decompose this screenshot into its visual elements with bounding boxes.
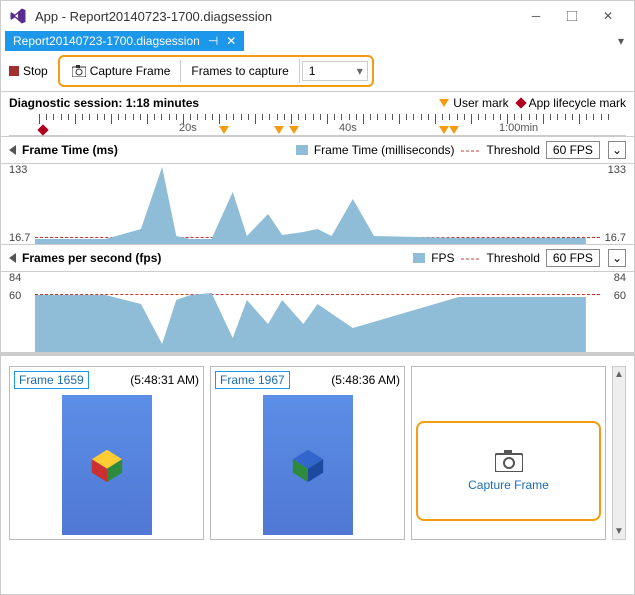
- lifecycle-mark-icon: [515, 97, 526, 108]
- user-marker: [439, 126, 449, 134]
- tab-overflow-button[interactable]: ▾: [612, 34, 630, 48]
- chart2-title: Frames per second (fps): [22, 251, 161, 265]
- camera-icon: [72, 65, 86, 77]
- camera-icon: [495, 450, 523, 472]
- chart1-threshold-label: Threshold: [487, 143, 540, 157]
- chart2-fps-select[interactable]: 60 FPS: [546, 249, 600, 267]
- collapse-icon[interactable]: [9, 145, 16, 155]
- toolbar: Stop Capture Frame Frames to capture ▾: [1, 51, 634, 92]
- close-window-button[interactable]: ✕: [590, 4, 626, 28]
- ruler-tick-20s: 20s: [179, 122, 197, 134]
- document-tab-label: Report20140723-1700.diagsession: [13, 34, 200, 48]
- collapse-icon[interactable]: [9, 253, 16, 263]
- document-tab[interactable]: Report20140723-1700.diagsession ⊣ ✕: [5, 31, 244, 51]
- document-tab-row: Report20140723-1700.diagsession ⊣ ✕ ▾: [1, 31, 634, 51]
- chart2-legend: FPS: [431, 251, 454, 265]
- chart1-area: [35, 164, 600, 244]
- threshold-icon: ----: [461, 143, 481, 157]
- frame2-time: (5:48:36 AM): [331, 373, 400, 387]
- user-marker: [219, 126, 229, 134]
- frame-card-2[interactable]: Frame 1967 (5:48:36 AM): [210, 366, 405, 540]
- chart1-title: Frame Time (ms): [22, 143, 118, 157]
- chevron-down-icon[interactable]: ⌄: [608, 141, 626, 159]
- vs-logo-icon: [9, 7, 27, 25]
- maximize-button[interactable]: [554, 4, 590, 28]
- capture-frame-card: Capture Frame: [411, 366, 606, 540]
- capture-frame-label: Capture Frame: [90, 64, 171, 78]
- chart2-header: Frames per second (fps) FPS ---- Thresho…: [1, 244, 634, 272]
- capture-toolbar-highlight: Capture Frame Frames to capture ▾: [58, 55, 374, 87]
- cube-icon: [88, 446, 126, 484]
- frames-to-capture-input[interactable]: ▾: [302, 61, 368, 81]
- capture-frame-large-label: Capture Frame: [468, 478, 549, 492]
- frame2-thumbnail[interactable]: [263, 395, 353, 535]
- ruler-tick-40s: 40s: [339, 122, 357, 134]
- chart1-header: Frame Time (ms) Frame Time (milliseconds…: [1, 136, 634, 164]
- window-title: App - Report20140723-1700.diagsession: [35, 9, 518, 24]
- chart1-swatch: [296, 145, 308, 155]
- titlebar: App - Report20140723-1700.diagsession ─ …: [1, 1, 634, 31]
- frame1-time: (5:48:31 AM): [130, 373, 199, 387]
- captured-frames-row: Frame 1659 (5:48:31 AM) Frame 1967 (5:48…: [1, 352, 634, 550]
- chart2-y60-r: 60: [614, 290, 626, 302]
- scroll-down-icon[interactable]: ▼: [614, 524, 624, 539]
- cube-icon: [289, 446, 327, 484]
- capture-frame-button-large[interactable]: Capture Frame: [416, 421, 601, 521]
- scroll-up-icon[interactable]: ▲: [614, 367, 624, 382]
- chart1-legend: Frame Time (milliseconds): [314, 143, 455, 157]
- user-mark-icon: [439, 99, 449, 107]
- frames-count-field[interactable]: [303, 62, 353, 80]
- lifecycle-marker: [39, 126, 47, 134]
- close-tab-icon[interactable]: ✕: [226, 34, 236, 48]
- chart2-y60-l: 60: [9, 290, 21, 302]
- chart2-y84-r: 84: [614, 272, 626, 284]
- stop-button[interactable]: Stop: [9, 64, 48, 78]
- chart1-ymin-r: 16.7: [605, 232, 626, 244]
- user-marker: [274, 126, 284, 134]
- lifecycle-mark-legend: App lifecycle mark: [517, 96, 626, 110]
- session-info-row: Diagnostic session: 1:18 minutes User ma…: [1, 92, 634, 114]
- chart1-ymax-l: 133: [9, 164, 27, 176]
- user-mark-legend: User mark: [439, 96, 508, 110]
- chevron-down-icon[interactable]: ⌄: [608, 249, 626, 267]
- stop-icon: [9, 66, 19, 76]
- pin-icon[interactable]: ⊣: [208, 34, 218, 48]
- chart2-swatch: [413, 253, 425, 263]
- vertical-scrollbar[interactable]: ▲ ▼: [612, 366, 626, 540]
- chart2-threshold-label: Threshold: [487, 251, 540, 265]
- time-ruler[interactable]: 20s 40s 1:00min: [9, 114, 626, 136]
- session-label: Diagnostic session: 1:18 minutes: [9, 96, 199, 110]
- chart1-ymax-r: 133: [608, 164, 626, 176]
- chart2-y84-l: 84: [9, 272, 21, 284]
- chart1-fps-select[interactable]: 60 FPS: [546, 141, 600, 159]
- chart1-ymin-l: 16.7: [9, 232, 30, 244]
- frame1-link[interactable]: Frame 1659: [14, 371, 89, 389]
- user-marker: [289, 126, 299, 134]
- frames-to-capture-label: Frames to capture: [180, 60, 298, 82]
- capture-frame-button[interactable]: Capture Frame: [62, 60, 181, 82]
- chart2-area: [35, 272, 600, 352]
- chart2[interactable]: 84 60 84 60: [9, 272, 626, 352]
- frame-card-1[interactable]: Frame 1659 (5:48:31 AM): [9, 366, 204, 540]
- frame2-link[interactable]: Frame 1967: [215, 371, 290, 389]
- chart1[interactable]: 133 16.7 133 16.7: [9, 164, 626, 244]
- frame1-thumbnail[interactable]: [62, 395, 152, 535]
- minimize-button[interactable]: ─: [518, 4, 554, 28]
- ruler-tick-60s: 1:00min: [499, 122, 538, 134]
- user-marker: [449, 126, 459, 134]
- stop-label: Stop: [23, 64, 48, 78]
- threshold-icon: ----: [461, 251, 481, 265]
- chevron-down-icon[interactable]: ▾: [353, 64, 367, 78]
